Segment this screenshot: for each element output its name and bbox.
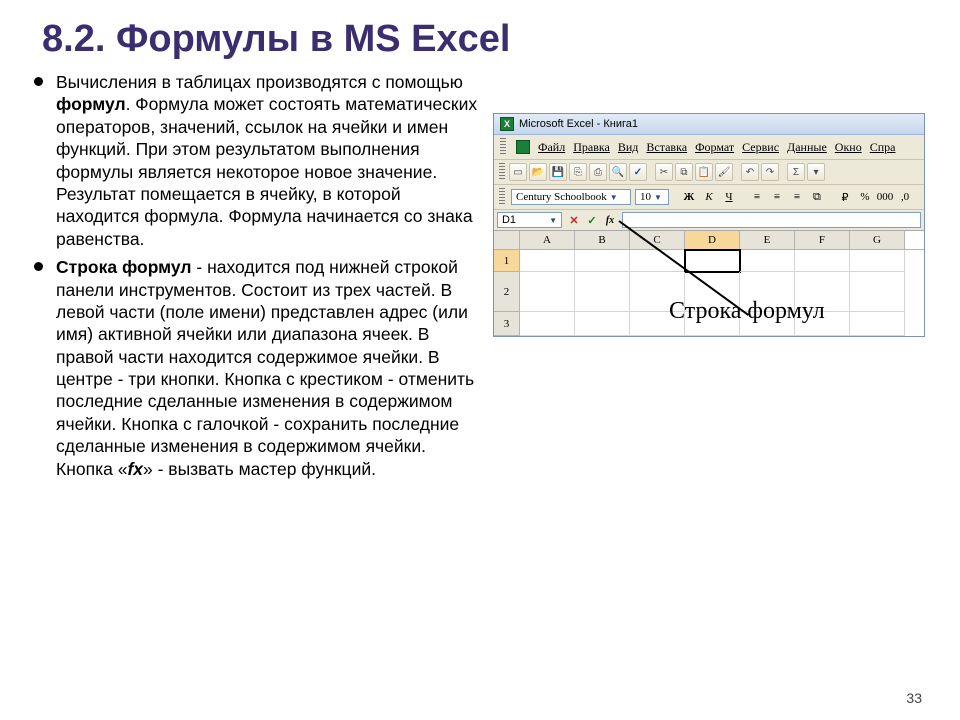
name-box-value: D1 [502,214,516,226]
menu-window[interactable]: Окно [835,140,862,155]
bullet-item: Строка формул - находится под нижней стр… [28,256,487,480]
font-size-dropdown[interactable]: 10 ▼ [635,189,669,205]
italic-button[interactable]: К [701,189,717,205]
column-header[interactable]: B [575,231,630,249]
window-title-text: Microsoft Excel - Книга1 [519,118,638,130]
print-icon[interactable]: ⎙ [589,163,607,181]
autosum-icon[interactable]: Σ [787,163,805,181]
open-file-icon[interactable]: 📂 [529,163,547,181]
excel-window: X Microsoft Excel - Книга1 Файл Правка В… [493,113,925,337]
redo-icon[interactable]: ↷ [761,163,779,181]
menu-file[interactable]: Файл [538,140,565,155]
cell[interactable] [795,250,850,272]
chevron-down-icon: ▼ [654,193,662,202]
cell[interactable] [575,250,630,272]
chevron-down-icon: ▼ [549,216,557,225]
font-name-value: Century Schoolbook [516,191,607,203]
column-header[interactable]: A [520,231,575,249]
cell[interactable] [520,272,575,312]
cell[interactable] [520,312,575,336]
menu-insert[interactable]: Вставка [646,140,687,155]
page-number: 33 [906,690,922,706]
row-header[interactable]: 1 [494,250,520,272]
toolbar-grip-icon [499,163,505,181]
column-header[interactable]: E [740,231,795,249]
spreadsheet-grid: A B C D E F G 1 [494,231,924,336]
underline-button[interactable]: Ч [721,189,737,205]
row-header[interactable]: 2 [494,272,520,312]
percent-icon[interactable]: % [857,189,873,205]
column-header[interactable]: G [850,231,905,249]
formula-bar-buttons: ✕ ✓ fx [565,210,619,230]
menu-format[interactable]: Формат [695,140,734,155]
dropdown-icon[interactable]: ▾ [807,163,825,181]
column-header[interactable]: F [795,231,850,249]
menu-data[interactable]: Данные [787,140,827,155]
cell[interactable] [850,272,905,312]
checkmark-icon[interactable]: ✓ [584,212,600,228]
cell[interactable] [575,272,630,312]
annotation-label: Строка формул [669,298,825,325]
menu-view[interactable]: Вид [618,140,639,155]
font-size-value: 10 [640,191,651,203]
cell[interactable] [520,250,575,272]
text-column: Вычисления в таблицах производятся с пом… [28,71,487,486]
active-cell[interactable] [685,250,740,272]
standard-toolbar: ▭ 📂 💾 ⎘ ⎙ 🔍 ✓ ✂ ⧉ 📋 🖌 ↶ ↷ Σ [494,160,924,185]
font-name-dropdown[interactable]: Century Schoolbook ▼ [511,189,631,205]
permissions-icon[interactable]: ⎘ [569,163,587,181]
cell[interactable] [740,250,795,272]
undo-icon[interactable]: ↶ [741,163,759,181]
cancel-icon[interactable]: ✕ [566,212,582,228]
menu-edit[interactable]: Правка [573,140,610,155]
screenshot-column: X Microsoft Excel - Книга1 Файл Правка В… [493,71,932,486]
row-header[interactable]: 3 [494,312,520,336]
bold-button[interactable]: Ж [681,189,697,205]
menu-tools[interactable]: Сервис [742,140,779,155]
cell[interactable] [850,312,905,336]
toolbar-grip-icon [499,188,505,206]
spellcheck-icon[interactable]: ✓ [629,163,647,181]
menu-bar: Файл Правка Вид Вставка Формат Сервис Да… [494,135,924,160]
cell[interactable] [575,312,630,336]
currency-icon[interactable]: ₽ [837,189,853,205]
excel-app-icon: X [500,117,514,131]
grid-row: 1 [494,250,924,272]
increase-decimal-icon[interactable]: ,0 [897,189,913,205]
merge-cells-icon[interactable]: ⧉ [809,189,825,205]
fx-button[interactable]: fx [602,212,618,228]
bullet-item: Вычисления в таблицах производятся с пом… [28,71,487,250]
chevron-down-icon: ▼ [610,193,618,202]
cell[interactable] [850,250,905,272]
toolbar-grip-icon [500,138,506,156]
menu-help[interactable]: Спра [870,140,896,155]
name-box[interactable]: D1 ▼ [497,212,562,228]
save-icon[interactable]: 💾 [549,163,567,181]
new-file-icon[interactable]: ▭ [509,163,527,181]
preview-icon[interactable]: 🔍 [609,163,627,181]
align-right-icon[interactable]: ≡ [789,189,805,205]
formula-bar: D1 ▼ ✕ ✓ fx [494,210,924,231]
slide-title: 8.2. Формулы в MS Excel [42,18,932,61]
cut-icon[interactable]: ✂ [655,163,673,181]
column-header[interactable]: D [685,231,740,249]
window-titlebar: X Microsoft Excel - Книга1 [494,114,924,135]
select-all-corner[interactable] [494,231,520,249]
document-icon [516,140,530,154]
align-left-icon[interactable]: ≡ [749,189,765,205]
formatting-toolbar: Century Schoolbook ▼ 10 ▼ Ж К Ч ≡ ≡ ≡ ⧉ [494,185,924,210]
paste-icon[interactable]: 📋 [695,163,713,181]
column-header-row: A B C D E F G [494,231,924,250]
format-painter-icon[interactable]: 🖌 [715,163,733,181]
bullet-list: Вычисления в таблицах производятся с пом… [28,71,487,480]
grid-row: 2 Строка формул [494,272,924,312]
align-center-icon[interactable]: ≡ [769,189,785,205]
thousands-icon[interactable]: 000 [877,189,893,205]
formula-input[interactable] [622,212,921,228]
copy-icon[interactable]: ⧉ [675,163,693,181]
